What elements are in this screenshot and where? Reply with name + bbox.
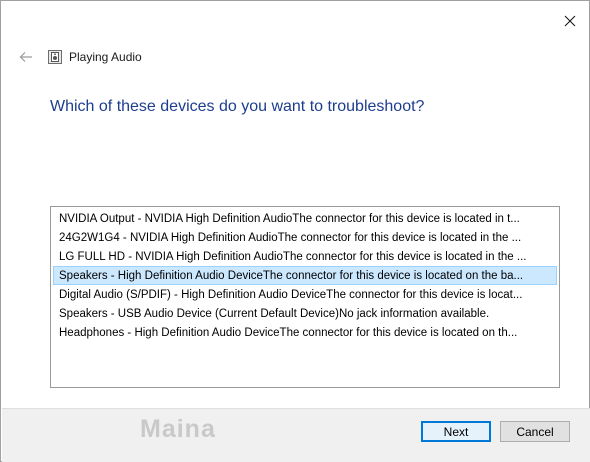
close-icon: [564, 15, 576, 27]
back-button[interactable]: [15, 47, 37, 67]
troubleshooter-window: Playing Audio Which of these devices do …: [0, 0, 590, 462]
device-list[interactable]: NVIDIA Output - NVIDIA High Definition A…: [50, 206, 560, 388]
device-item[interactable]: 24G2W1G4 - NVIDIA High Definition AudioT…: [53, 228, 557, 247]
speaker-app-icon: [48, 50, 62, 64]
next-button[interactable]: Next: [421, 421, 491, 442]
device-item[interactable]: NVIDIA Output - NVIDIA High Definition A…: [53, 209, 557, 228]
device-item[interactable]: LG FULL HD - NVIDIA High Definition Audi…: [53, 247, 557, 266]
device-item[interactable]: Digital Audio (S/PDIF) - High Definition…: [53, 285, 557, 304]
device-item[interactable]: Speakers - USB Audio Device (Current Def…: [53, 304, 557, 323]
close-button[interactable]: [555, 9, 585, 33]
device-item[interactable]: Speakers - High Definition Audio DeviceT…: [53, 266, 557, 285]
back-arrow-icon: [19, 52, 32, 62]
window-title: Playing Audio: [69, 50, 142, 64]
page-question: Which of these devices do you want to tr…: [50, 98, 425, 115]
device-item[interactable]: Headphones - High Definition Audio Devic…: [53, 323, 557, 342]
footer-bar: Maina Next Cancel: [2, 408, 590, 462]
watermark: Maina: [140, 415, 216, 443]
cancel-button[interactable]: Cancel: [500, 421, 570, 442]
